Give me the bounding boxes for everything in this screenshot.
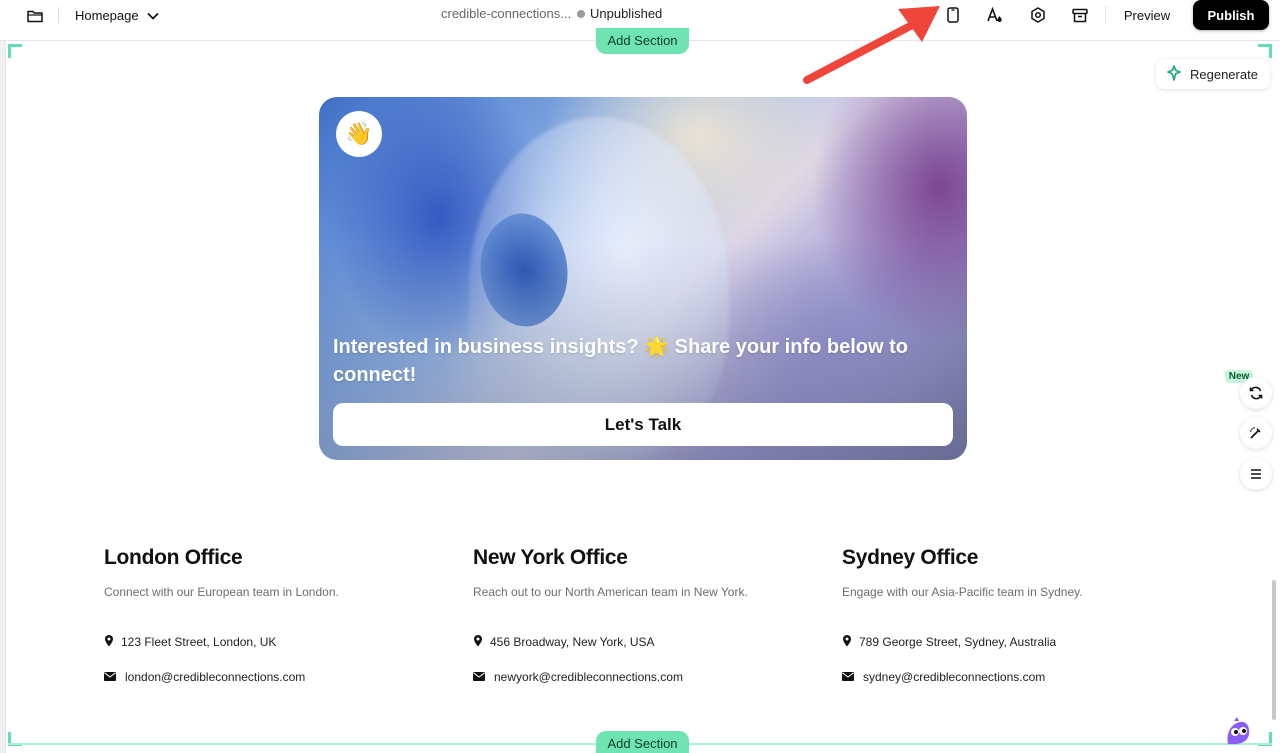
office-description: Connect with our European team in London… bbox=[104, 585, 339, 599]
office-email[interactable]: newyork@credibleconnections.com bbox=[494, 670, 683, 684]
mobile-view-icon[interactable] bbox=[940, 3, 966, 27]
office-address: 456 Broadway, New York, USA bbox=[490, 635, 655, 649]
publish-status: Unpublished bbox=[577, 6, 662, 21]
office-address: 789 George Street, Sydney, Australia bbox=[859, 635, 1057, 649]
typography-icon[interactable] bbox=[982, 3, 1008, 27]
office-title: New York Office bbox=[473, 546, 628, 569]
site-domain[interactable]: credible-connections... bbox=[441, 6, 571, 21]
lets-talk-button[interactable]: Let's Talk bbox=[333, 403, 953, 446]
office-address-row: 456 Broadway, New York, USA bbox=[473, 634, 655, 650]
office-address-row: 789 George Street, Sydney, Australia bbox=[842, 634, 1056, 650]
office-card: London Office Connect with our European … bbox=[104, 546, 444, 684]
add-section-button-top[interactable]: Add Section bbox=[596, 28, 689, 54]
sparkle-icon bbox=[1166, 64, 1182, 84]
page-selector[interactable]: Homepage bbox=[75, 4, 159, 26]
map-pin-icon bbox=[842, 634, 852, 650]
map-pin-icon bbox=[104, 634, 114, 650]
magic-edit-icon[interactable] bbox=[1240, 417, 1272, 449]
menu-icon[interactable] bbox=[1240, 458, 1272, 490]
scrollbar-thumb[interactable] bbox=[1272, 580, 1276, 720]
toolbar-divider bbox=[58, 7, 59, 23]
office-email[interactable]: sydney@credibleconnections.com bbox=[863, 670, 1045, 684]
regenerate-button[interactable]: Regenerate bbox=[1156, 59, 1270, 89]
toolbar-divider bbox=[1105, 6, 1106, 24]
frame-corner bbox=[1258, 44, 1272, 58]
add-section-button-bottom[interactable]: Add Section bbox=[596, 731, 689, 753]
office-email-row: london@credibleconnections.com bbox=[104, 670, 305, 684]
office-title: Sydney Office bbox=[842, 546, 979, 569]
map-pin-icon bbox=[473, 634, 483, 650]
regenerate-label: Regenerate bbox=[1190, 66, 1258, 82]
office-card: Sydney Office Engage with our Asia-Pacif… bbox=[842, 546, 1182, 684]
waving-hand-icon: 👋 bbox=[336, 111, 382, 157]
publish-button[interactable]: Publish bbox=[1193, 0, 1269, 30]
hero-headline: Interested in business insights? 🌟 Share… bbox=[333, 336, 908, 386]
settings-icon[interactable] bbox=[1025, 3, 1051, 27]
office-email-row: sydney@credibleconnections.com bbox=[842, 670, 1045, 684]
envelope-icon bbox=[104, 670, 116, 684]
chevron-down-icon bbox=[146, 8, 159, 23]
office-address-row: 123 Fleet Street, London, UK bbox=[104, 634, 276, 650]
office-card: New York Office Reach out to our North A… bbox=[473, 546, 813, 684]
folder-icon[interactable] bbox=[24, 5, 46, 27]
office-description: Reach out to our North American team in … bbox=[473, 585, 748, 599]
archive-icon[interactable] bbox=[1067, 3, 1093, 27]
refresh-layout-icon[interactable] bbox=[1240, 377, 1272, 409]
office-title: London Office bbox=[104, 546, 243, 569]
status-dot bbox=[577, 9, 585, 18]
office-email-row: newyork@credibleconnections.com bbox=[473, 670, 683, 684]
hero-card: 👋 Interested in business insights? 🌟 Sha… bbox=[319, 97, 967, 460]
assistant-mascot-icon[interactable] bbox=[1224, 716, 1252, 746]
status-label: Unpublished bbox=[590, 6, 663, 21]
envelope-icon bbox=[842, 670, 854, 684]
office-email[interactable]: london@credibleconnections.com bbox=[125, 670, 305, 684]
frame-corner bbox=[8, 44, 22, 58]
page-selector-label: Homepage bbox=[75, 7, 139, 23]
office-description: Engage with our Asia-Pacific team in Syd… bbox=[842, 585, 1083, 599]
office-address: 123 Fleet Street, London, UK bbox=[121, 635, 277, 649]
preview-button[interactable]: Preview bbox=[1112, 1, 1182, 29]
envelope-icon bbox=[473, 670, 485, 684]
canvas-left-edge bbox=[0, 41, 6, 753]
